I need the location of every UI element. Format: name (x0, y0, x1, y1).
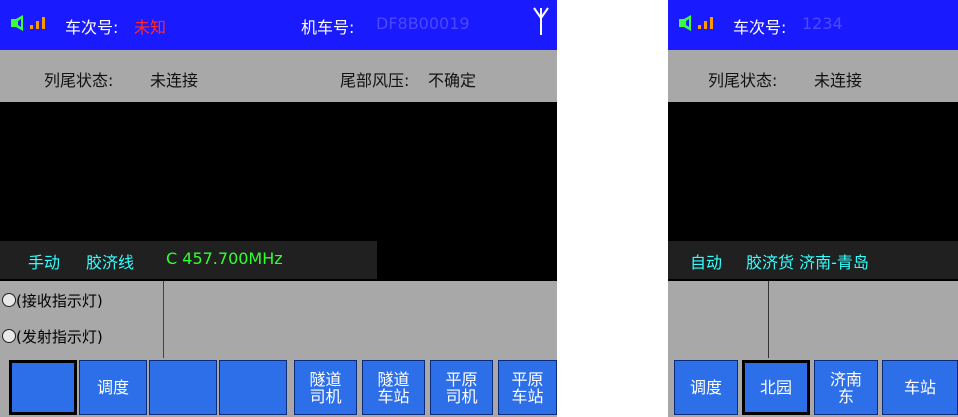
tail-status-bar: 列尾状态: 未连接 尾部风压: 不确定 (0, 50, 557, 102)
tail-pressure-value: 不确定 (428, 71, 477, 90)
function-button-1[interactable] (9, 360, 77, 415)
dispatch-button[interactable]: 调度 (674, 360, 738, 415)
dispatch-button[interactable]: 调度 (79, 360, 147, 415)
function-button-3[interactable] (149, 360, 217, 415)
tail-status-label: 列尾状态: (44, 71, 114, 90)
function-button-bar: 调度 隧道 司机 隧道 车站 平原 司机 平原 车站 (0, 358, 557, 417)
receive-lamp-label: (接收指示灯) (16, 292, 103, 310)
function-button-4[interactable] (219, 360, 287, 415)
tunnel-station-button[interactable]: 隧道 车站 (362, 360, 425, 415)
signal-strength-icon (698, 17, 713, 29)
indicator-lamp-panel: (接收指示灯) (发射指示灯) (0, 281, 164, 358)
train-number-value: 1234 (802, 14, 843, 33)
function-button-bar: 调度 北园 济南 东 车站 (668, 358, 958, 417)
receive-indicator: (接收指示灯) (0, 285, 163, 317)
line-name: 胶济货 济南-青岛 (746, 253, 869, 272)
plain-station-button[interactable]: 平原 车站 (498, 360, 557, 415)
tail-status-value: 未连接 (150, 71, 199, 90)
mode-label: 自动 (690, 253, 723, 272)
right-radio-screen: 车次号: 1234 列尾状态: 未连接 自动 胶济货 济南-青岛 调度 北园 济… (668, 0, 958, 417)
tail-status-value: 未连接 (814, 71, 863, 90)
channel-info-bar: 手动 胶济线 C 457.700MHz (0, 241, 377, 279)
divider (768, 281, 769, 358)
tail-status-bar: 列尾状态: 未连接 (668, 50, 958, 102)
mode-label: 手动 (28, 253, 61, 272)
antenna-icon (533, 7, 549, 35)
station-button[interactable]: 车站 (882, 360, 958, 415)
train-number-label: 车次号: (733, 18, 787, 37)
train-number-value: 未知 (134, 18, 167, 37)
transmit-lamp-label: (发射指示灯) (16, 328, 103, 346)
indicator-lamp-area: (接收指示灯) (发射指示灯) (0, 281, 557, 358)
indicator-lamp-area (668, 281, 958, 358)
locomotive-number-value: DF8B00019 (376, 14, 470, 33)
line-name: 胶济线 (86, 253, 135, 272)
receive-lamp-icon (2, 293, 16, 307)
signal-strength-icon (30, 17, 45, 29)
jinan-east-button[interactable]: 济南 东 (814, 360, 878, 415)
transmit-lamp-icon (2, 329, 16, 343)
plain-driver-button[interactable]: 平原 司机 (430, 360, 493, 415)
transmit-indicator: (发射指示灯) (0, 321, 163, 353)
speaker-icon (679, 15, 691, 31)
channel-frequency: C 457.700MHz (166, 249, 283, 268)
beiyuan-button[interactable]: 北园 (742, 360, 810, 415)
speaker-icon (11, 15, 23, 31)
channel-info-bar: 自动 胶济货 济南-青岛 (668, 241, 958, 279)
locomotive-number-label: 机车号: (301, 18, 355, 37)
left-radio-screen: 车次号: 未知 机车号: DF8B00019 列尾状态: 未连接 尾部风压: 不… (0, 0, 557, 417)
top-status-bar: 车次号: 1234 (668, 0, 958, 50)
tunnel-driver-button[interactable]: 隧道 司机 (294, 360, 357, 415)
tail-pressure-label: 尾部风压: (340, 71, 410, 90)
tail-status-label: 列尾状态: (708, 71, 778, 90)
top-status-bar: 车次号: 未知 机车号: DF8B00019 (0, 0, 557, 50)
train-number-label: 车次号: (65, 18, 119, 37)
